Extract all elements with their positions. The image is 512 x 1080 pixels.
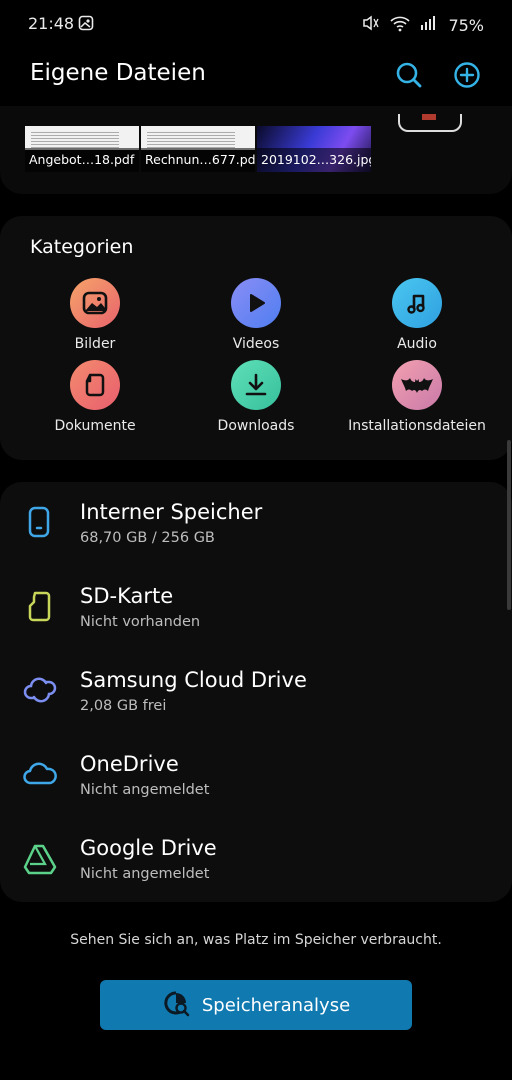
screenshot-notification-icon	[78, 15, 94, 35]
storage-sd-card[interactable]: SD-Karte Nicht vorhanden	[0, 566, 512, 650]
category-documents[interactable]: Dokumente	[20, 360, 170, 434]
storage-list-card: Interner Speicher 68,70 GB / 256 GB SD-K…	[0, 482, 512, 902]
music-note-icon	[392, 278, 442, 328]
storage-analysis-label: Speicheranalyse	[201, 994, 351, 1016]
status-bar: 21:48 75%	[0, 0, 512, 50]
recent-file-label: Angebot…18.pdf	[25, 148, 139, 172]
recent-file-label: 2019102…326.jpg	[257, 148, 371, 172]
category-label: Audio	[397, 336, 437, 352]
recent-file-thumbnail[interactable]: 2019102…326.jpg	[257, 126, 371, 172]
storage-internal[interactable]: Interner Speicher 68,70 GB / 256 GB	[0, 482, 512, 566]
cloud-icon	[22, 756, 58, 792]
storage-name: OneDrive	[80, 752, 179, 776]
add-icon[interactable]	[452, 60, 482, 90]
storage-name: Interner Speicher	[80, 500, 263, 524]
download-icon	[231, 360, 281, 410]
category-label: Bilder	[74, 336, 116, 352]
category-label: Videos	[232, 336, 280, 352]
bat-icon	[392, 360, 442, 410]
recent-file-thumbnail[interactable]: Angebot…18.pdf	[25, 126, 139, 172]
storage-samsung-cloud[interactable]: Samsung Cloud Drive 2,08 GB frei	[0, 650, 512, 734]
storage-name: Google Drive	[80, 836, 217, 860]
image-icon	[70, 278, 120, 328]
categories-card: Kategorien Bilder Videos Audio Dokumente…	[0, 216, 512, 460]
phone-icon	[22, 504, 58, 540]
category-installation-files[interactable]: Installationsdateien	[342, 360, 492, 434]
storage-analysis-icon	[162, 989, 190, 1022]
search-icon[interactable]	[394, 60, 424, 90]
categories-heading: Kategorien	[30, 236, 134, 258]
cloud-link-icon	[22, 672, 58, 708]
category-images[interactable]: Bilder	[20, 278, 170, 352]
storage-analysis-button[interactable]: Speicheranalyse	[100, 980, 412, 1030]
storage-detail: Nicht angemeldet	[80, 866, 210, 882]
storage-detail: Nicht angemeldet	[80, 782, 210, 798]
wifi-icon	[390, 14, 410, 36]
play-icon	[231, 278, 281, 328]
category-label: Downloads	[217, 418, 295, 434]
recent-file-label: Rechnun…677.pdf	[141, 148, 255, 172]
recent-files-strip: Angebot…18.pdf Rechnun…677.pdf 2019102…3…	[0, 106, 512, 194]
storage-analysis-hint: Sehen Sie sich an, was Platz im Speicher…	[70, 932, 442, 948]
recent-file-thumbnail[interactable]	[398, 114, 462, 132]
category-videos[interactable]: Videos	[181, 278, 331, 352]
storage-detail: 68,70 GB / 256 GB	[80, 530, 215, 546]
category-downloads[interactable]: Downloads	[181, 360, 331, 434]
signal-icon	[420, 14, 438, 36]
storage-name: SD-Karte	[80, 584, 174, 608]
page-title: Eigene Dateien	[30, 60, 206, 86]
battery-percent: 75%	[448, 15, 484, 35]
category-label: Dokumente	[54, 418, 136, 434]
google-drive-icon	[22, 840, 58, 876]
storage-onedrive[interactable]: OneDrive Nicht angemeldet	[0, 734, 512, 818]
scrollbar[interactable]	[507, 440, 511, 610]
category-label: Installationsdateien	[348, 418, 486, 434]
storage-detail: Nicht vorhanden	[80, 614, 201, 630]
vibrate-icon	[362, 14, 380, 36]
status-time: 21:48	[28, 14, 75, 33]
category-audio[interactable]: Audio	[342, 278, 492, 352]
document-icon	[70, 360, 120, 410]
storage-name: Samsung Cloud Drive	[80, 668, 307, 692]
recent-file-thumbnail[interactable]: Rechnun…677.pdf	[141, 126, 255, 172]
storage-google-drive[interactable]: Google Drive Nicht angemeldet	[0, 818, 512, 902]
sd-card-icon	[22, 588, 58, 624]
storage-detail: 2,08 GB frei	[80, 698, 167, 714]
